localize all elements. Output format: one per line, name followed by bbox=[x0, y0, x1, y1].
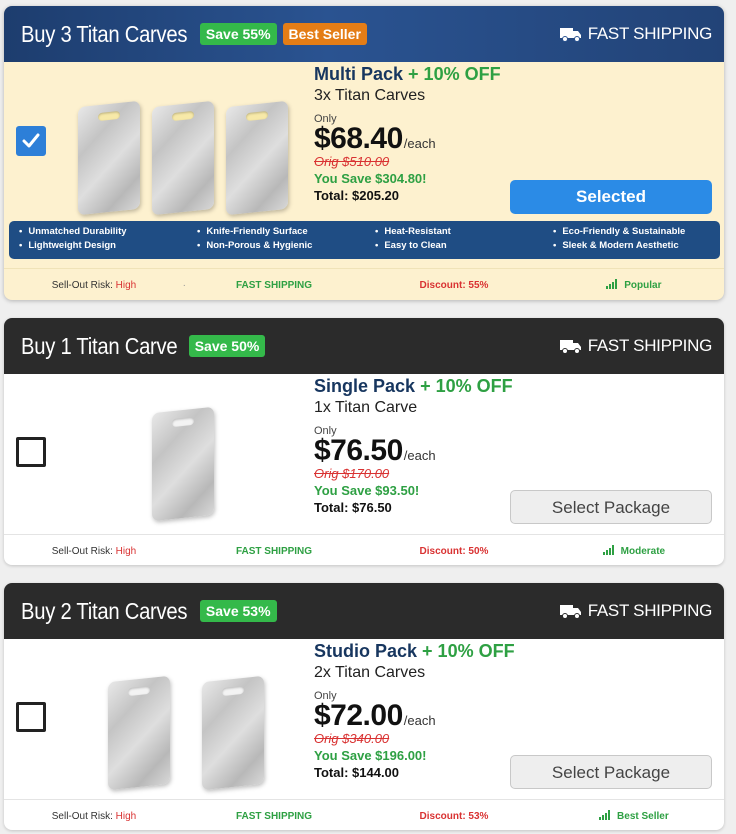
status-bar: Sell-Out Risk: High · FAST SHIPPING Disc… bbox=[4, 268, 724, 300]
sell-out-risk-value: High bbox=[115, 545, 137, 557]
product-image bbox=[64, 661, 304, 801]
sell-out-risk-label: Sell-Out Risk: bbox=[51, 545, 113, 557]
status-discount: Discount: 53% bbox=[419, 810, 489, 822]
package-title: Buy 1 Titan Carve bbox=[21, 332, 178, 359]
status-shipping: FAST SHIPPING bbox=[235, 545, 313, 557]
sell-out-risk-value: High bbox=[115, 279, 137, 291]
fast-shipping-label: FAST SHIPPING bbox=[559, 336, 712, 356]
truck-icon bbox=[559, 28, 581, 42]
original-price: Orig $510.00 bbox=[314, 154, 390, 169]
feature-item: Eco-Friendly & Sustainable bbox=[553, 225, 720, 239]
unit-price: $68.40 bbox=[314, 122, 403, 155]
fast-shipping-label: FAST SHIPPING bbox=[559, 24, 712, 44]
best-seller-badge: Best Seller bbox=[282, 23, 367, 45]
package-card-buy-1[interactable]: Buy 1 Titan Carve Save 50% FAST SHIPPING… bbox=[4, 318, 724, 565]
package-checkbox[interactable] bbox=[16, 126, 46, 156]
product-image bbox=[64, 396, 304, 536]
feature-item: Lightweight Design bbox=[19, 239, 187, 253]
package-header: Buy 2 Titan Carves Save 53% FAST SHIPPIN… bbox=[4, 583, 724, 639]
package-title: Buy 3 Titan Carves bbox=[21, 20, 188, 47]
feature-item: Non-Porous & Hygienic bbox=[197, 239, 365, 253]
package-body: Single Pack + 10% OFF 1x Titan Carve Onl… bbox=[4, 374, 724, 532]
package-header: Buy 1 Titan Carve Save 50% FAST SHIPPING bbox=[4, 318, 724, 374]
feature-item: Sleek & Modern Aesthetic bbox=[553, 239, 720, 253]
truck-icon bbox=[559, 340, 581, 354]
status-bar: Sell-Out Risk: High FAST SHIPPING Discou… bbox=[4, 799, 724, 830]
fast-shipping-label: FAST SHIPPING bbox=[559, 601, 712, 621]
status-popularity: Best Seller bbox=[617, 811, 669, 822]
each-label: /each bbox=[403, 136, 436, 151]
each-label: /each bbox=[403, 713, 436, 728]
pack-quantity: 3x Titan Carves bbox=[314, 87, 426, 104]
pack-name: Multi Pack bbox=[314, 64, 404, 84]
sell-out-risk-label: Sell-Out Risk: bbox=[51, 279, 113, 291]
select-package-button[interactable]: Select Package bbox=[510, 490, 712, 524]
status-popularity: Moderate bbox=[620, 546, 666, 557]
status-popularity: Popular bbox=[624, 280, 662, 291]
status-discount: Discount: 55% bbox=[419, 279, 489, 291]
feature-item: Easy to Clean bbox=[375, 239, 543, 253]
feature-item: Knife-Friendly Surface bbox=[197, 225, 365, 239]
selected-button[interactable]: Selected bbox=[510, 180, 712, 214]
package-checkbox[interactable] bbox=[16, 437, 46, 467]
pack-name: Single Pack bbox=[314, 376, 416, 396]
select-package-button[interactable]: Select Package bbox=[510, 755, 712, 789]
unit-price: $72.00 bbox=[314, 699, 403, 732]
package-body: Multi Pack + 10% OFF 3x Titan Carves Onl… bbox=[4, 62, 724, 242]
signal-bars-icon bbox=[606, 279, 618, 289]
original-price: Orig $340.00 bbox=[314, 731, 390, 746]
status-bar: Sell-Out Risk: High FAST SHIPPING Discou… bbox=[4, 534, 724, 565]
feature-list: Unmatched Durability Lightweight Design … bbox=[9, 221, 720, 259]
save-badge: Save 50% bbox=[188, 335, 266, 357]
pack-discount: + 10% OFF bbox=[408, 64, 501, 84]
package-checkbox[interactable] bbox=[16, 702, 46, 732]
unit-price: $76.50 bbox=[314, 434, 403, 467]
pack-name: Studio Pack bbox=[314, 641, 418, 661]
save-badge: Save 53% bbox=[199, 600, 277, 622]
status-shipping: FAST SHIPPING bbox=[235, 810, 313, 822]
status-shipping: FAST SHIPPING bbox=[235, 279, 313, 291]
signal-bars-icon bbox=[599, 810, 611, 820]
package-card-buy-2[interactable]: Buy 2 Titan Carves Save 53% FAST SHIPPIN… bbox=[4, 583, 724, 830]
check-icon bbox=[22, 133, 40, 148]
status-discount: Discount: 50% bbox=[419, 545, 489, 557]
product-image bbox=[64, 84, 304, 224]
pack-discount: + 10% OFF bbox=[422, 641, 515, 661]
feature-item: Unmatched Durability bbox=[19, 225, 187, 239]
truck-icon bbox=[559, 605, 581, 619]
pack-quantity: 2x Titan Carves bbox=[314, 664, 426, 681]
sell-out-risk-value: High bbox=[115, 810, 137, 822]
package-header: Buy 3 Titan Carves Save 55% Best Seller … bbox=[4, 6, 724, 62]
signal-bars-icon bbox=[602, 545, 614, 555]
package-body: Studio Pack + 10% OFF 2x Titan Carves On… bbox=[4, 639, 724, 797]
package-card-buy-3[interactable]: Buy 3 Titan Carves Save 55% Best Seller … bbox=[4, 6, 724, 300]
pack-quantity: 1x Titan Carve bbox=[314, 399, 418, 416]
sell-out-risk-label: Sell-Out Risk: bbox=[51, 810, 113, 822]
save-badge: Save 55% bbox=[199, 23, 277, 45]
each-label: /each bbox=[403, 448, 436, 463]
feature-item: Heat-Resistant bbox=[375, 225, 543, 239]
pack-discount: + 10% OFF bbox=[420, 376, 513, 396]
package-title: Buy 2 Titan Carves bbox=[21, 597, 188, 624]
original-price: Orig $170.00 bbox=[314, 466, 390, 481]
